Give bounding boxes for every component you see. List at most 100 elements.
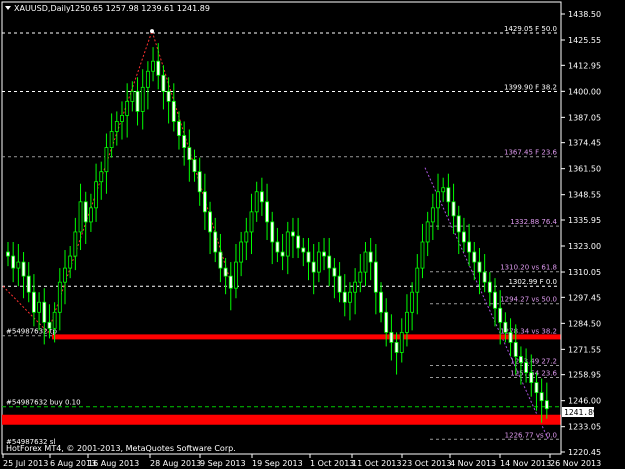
price-tick-label: 1335.95	[568, 216, 601, 225]
bear-candle	[508, 331, 513, 343]
bear-candle	[394, 342, 399, 353]
bear-candle	[270, 221, 275, 243]
bull-candle	[436, 191, 440, 209]
sl-band	[2, 414, 561, 425]
price-tick-label: 1361.50	[568, 165, 601, 174]
bear-candle	[456, 215, 461, 233]
date-tick-label: 9 Sep 2013	[200, 459, 246, 468]
bull-candle	[239, 241, 244, 263]
bull-candle	[285, 231, 290, 257]
price-tick-label: 1438.50	[568, 10, 601, 19]
bear-candle	[482, 271, 487, 283]
bear-candle	[156, 60, 161, 76]
bear-candle	[337, 275, 342, 293]
bear-candle	[11, 255, 16, 269]
bear-candle	[477, 261, 482, 273]
bull-candle	[415, 267, 420, 293]
bear-candle	[296, 235, 301, 249]
bull-candle	[358, 271, 363, 283]
fib-level-label: 1399.90 F 38.2	[504, 84, 557, 92]
chart-header[interactable]: XAUUSD,Daily 1250.65 1257.98 1239.61 124…	[5, 4, 210, 13]
fib-level-label: 1263.49 27.2	[510, 358, 557, 366]
bear-candle	[379, 291, 383, 313]
bear-candle	[487, 281, 492, 293]
bear-candle	[259, 191, 264, 203]
price-tick-label: 1233.05	[568, 423, 601, 432]
price-tick-label: 1297.45	[568, 293, 601, 302]
bull-candle	[120, 115, 124, 122]
bear-candle	[332, 267, 337, 277]
bull-candle	[73, 231, 78, 257]
fib-level-label: 1294.27 vs 50.0	[500, 296, 557, 304]
bear-candle	[135, 90, 140, 112]
bull-candle	[109, 131, 114, 148]
bull-candle	[441, 187, 446, 193]
bear-candle	[171, 100, 176, 122]
bull-candle	[145, 70, 150, 88]
bear-candle	[161, 74, 166, 92]
bull-candle	[410, 291, 415, 313]
price-tick-label: 1271.55	[568, 345, 601, 354]
bear-candle	[327, 255, 332, 269]
current-price-label: 1241.89	[564, 408, 598, 417]
symbol-label: XAUUSD,Daily	[14, 4, 71, 13]
bull-candle	[78, 201, 83, 233]
bull-candle	[254, 191, 259, 213]
fib-level-label: 1429.05 F 50.0	[504, 25, 557, 33]
price-tick-label: 1387.05	[568, 113, 601, 122]
bear-candle	[192, 159, 197, 173]
bear-candle	[197, 171, 202, 193]
bull-candle	[125, 100, 130, 116]
bull-candle	[16, 261, 21, 269]
bull-candle	[104, 147, 109, 173]
bull-candle	[399, 331, 404, 353]
date-tick-label: 28 Aug 2013	[150, 459, 201, 468]
bear-candle	[373, 261, 378, 293]
bear-candle	[275, 241, 280, 253]
price-tick-label: 1246.00	[568, 397, 601, 406]
order-label: #54987632 buy 0.10	[6, 399, 81, 407]
bull-candle	[316, 251, 321, 273]
date-tick-label: 23 Oct 2013	[402, 459, 451, 468]
bull-candle	[94, 181, 98, 209]
bear-candle	[265, 201, 269, 223]
bear-candle	[498, 307, 503, 323]
price-tick-label: 1220.45	[568, 448, 601, 457]
swing-high-marker	[150, 29, 154, 34]
copyright-text: HotForex MT4, © 2001-2013, MetaQuotes So…	[6, 444, 236, 453]
bull-candle	[234, 261, 238, 289]
bear-candle	[534, 382, 539, 394]
date-tick-label: 11 Oct 2013	[352, 459, 401, 468]
bear-candle	[519, 356, 523, 363]
bear-candle	[223, 267, 228, 277]
price-tick-label: 1425.55	[568, 36, 601, 45]
bull-candle	[249, 211, 254, 233]
bull-candle	[130, 90, 135, 102]
bear-candle	[544, 400, 549, 410]
bear-candle	[228, 275, 233, 289]
price-tick-label: 1400.00	[568, 87, 601, 96]
bear-candle	[322, 251, 326, 257]
bear-candle	[32, 291, 36, 313]
bear-candle	[524, 362, 528, 373]
bull-candle	[52, 311, 57, 329]
bear-candle	[342, 291, 347, 303]
fib-level-label: 1302.99 F 0.0	[508, 278, 557, 286]
price-tick-label: 1348.55	[568, 191, 601, 200]
bear-candle	[446, 187, 451, 203]
bull-candle	[63, 267, 67, 283]
date-tick-label: 26 Nov 2013	[550, 459, 601, 468]
bull-candle	[68, 255, 73, 269]
bear-candle	[513, 342, 518, 357]
price-tick-label: 1412.95	[568, 61, 601, 70]
bear-candle	[280, 251, 285, 257]
bull-candle	[99, 171, 104, 183]
bear-candle	[42, 301, 47, 323]
current-price-marker: 1241.89	[562, 407, 598, 417]
fib-level-label: 1367.45 F 23.6	[504, 149, 558, 157]
price-chart[interactable]: 1429.05 F 50.0 1399.90 F 38.2 1367.45 F 23…	[0, 0, 625, 469]
fib-level-label: 1257.54 23.6	[510, 369, 557, 377]
bear-candle	[539, 392, 544, 402]
bear-candle	[213, 231, 218, 253]
bear-candle	[467, 241, 472, 253]
